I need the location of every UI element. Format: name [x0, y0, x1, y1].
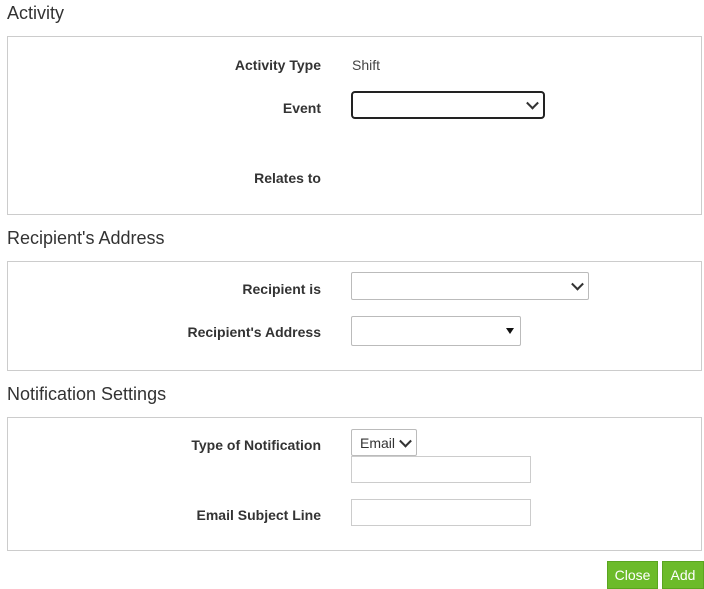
notification-type-label: Type of Notification	[191, 437, 321, 453]
notification-type-select-value: Email	[360, 434, 396, 451]
notification-type-select[interactable]: Email	[351, 429, 417, 456]
recipient-is-select[interactable]	[351, 272, 589, 300]
email-subject-input[interactable]	[351, 499, 531, 526]
chevron-down-icon	[571, 277, 584, 291]
activity-panel: Activity Type Shift Event Relates to	[7, 36, 702, 215]
notification-type-extra-input[interactable]	[351, 456, 531, 483]
caret-down-icon	[506, 328, 514, 334]
add-button[interactable]: Add	[662, 561, 704, 589]
recipient-address-label: Recipient's Address	[187, 324, 321, 340]
notification-panel: Type of Notification Email Email Subject…	[7, 417, 702, 551]
close-button[interactable]: Close	[607, 561, 658, 589]
recipient-section-title: Recipient's Address	[7, 228, 165, 248]
relates-to-label: Relates to	[254, 170, 321, 186]
email-subject-label: Email Subject Line	[196, 507, 321, 523]
activity-type-value: Shift	[352, 57, 381, 73]
notification-section-title: Notification Settings	[7, 384, 167, 404]
activity-section-title: Activity	[7, 3, 65, 23]
activity-type-label: Activity Type	[234, 57, 321, 73]
chevron-down-icon	[399, 434, 412, 448]
chevron-down-icon	[526, 96, 539, 110]
recipient-address-select[interactable]	[351, 316, 521, 346]
event-label: Event	[282, 100, 321, 116]
recipient-is-label: Recipient is	[242, 281, 321, 297]
event-select[interactable]	[351, 91, 545, 119]
recipient-panel: Recipient is Recipient's Address	[7, 261, 702, 371]
